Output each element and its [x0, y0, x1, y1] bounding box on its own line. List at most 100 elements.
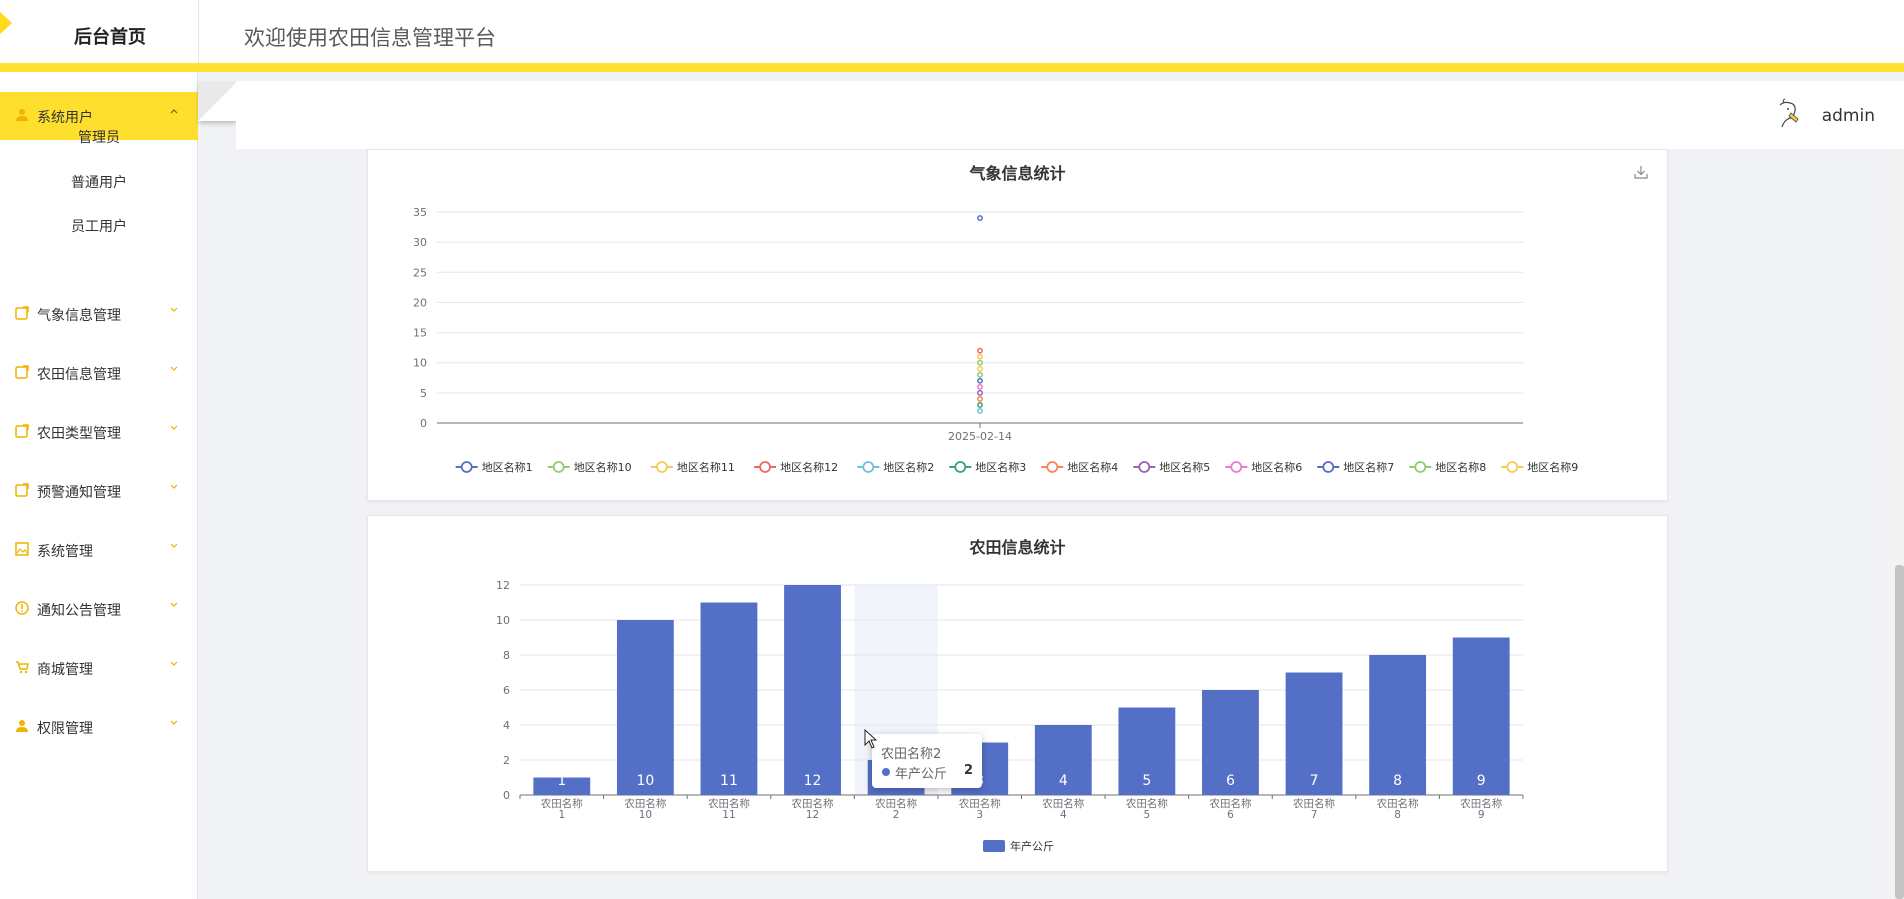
sidebar-subitem-0[interactable]: 管理员: [0, 118, 198, 158]
scrollbar-thumb[interactable]: [1895, 565, 1904, 899]
scatter-point[interactable]: [977, 395, 983, 402]
legend-label[interactable]: 地区名称5: [1159, 460, 1210, 474]
sidebar-item-6[interactable]: 通知公告管理: [0, 585, 198, 633]
legend-label[interactable]: 年产公斤: [1010, 839, 1054, 853]
weather-scatter-chart: 0 5 10 15 20 25 30 35 2025-02-14 地区名称1 地区名称10 地区名称1…: [413, 206, 1578, 474]
bar[interactable]: [700, 602, 758, 796]
username[interactable]: admin: [1822, 106, 1875, 126]
sidebar-item-label: 气象信息管理: [37, 308, 121, 324]
legend-marker[interactable]: [1138, 461, 1151, 473]
edit-icon: [15, 483, 29, 497]
scatter-point[interactable]: [977, 353, 983, 360]
home-link[interactable]: 后台首页: [0, 0, 198, 72]
legend-marker[interactable]: [1414, 461, 1427, 473]
edit-icon: [15, 365, 29, 379]
x-tick-label: 8: [1394, 809, 1401, 821]
fold-toggle-icon[interactable]: [198, 83, 236, 121]
y-tick-label: 2: [503, 754, 510, 767]
legend-marker[interactable]: [1046, 461, 1059, 473]
sidebar-item-label: 通知公告管理: [37, 603, 121, 619]
chevron-down-icon: [169, 539, 179, 553]
x-tick-label: 5: [1144, 809, 1151, 821]
y-tick-label: 4: [503, 719, 510, 732]
sidebar-item-label: 商城管理: [37, 662, 93, 678]
scatter-point[interactable]: [977, 359, 983, 366]
legend-label[interactable]: 地区名称2: [883, 460, 934, 474]
sidebar-item-4[interactable]: 预警通知管理: [0, 467, 198, 515]
chevron-down-icon: [169, 480, 179, 494]
header-divider: [198, 0, 199, 72]
legend-label[interactable]: 地区名称11: [677, 460, 735, 474]
bar-data-label: 6: [1226, 773, 1235, 789]
scatter-point[interactable]: [977, 401, 983, 408]
legend-marker[interactable]: [1230, 461, 1243, 473]
x-tick-label: 1: [558, 809, 565, 821]
sidebar-item-3[interactable]: 农田类型管理: [0, 408, 198, 456]
legend-label[interactable]: 地区名称8: [1435, 460, 1486, 474]
scatter-point[interactable]: [977, 383, 983, 390]
legend-marker[interactable]: [862, 461, 875, 473]
legend-label[interactable]: 地区名称4: [1067, 460, 1118, 474]
bar[interactable]: [1452, 637, 1510, 796]
x-tick-label: 11: [722, 809, 735, 821]
sidebar-subitem-2[interactable]: 员工用户: [0, 207, 198, 247]
bar[interactable]: [784, 585, 841, 795]
legend-label[interactable]: 地区名称6: [1251, 460, 1302, 474]
bar-data-label: 11: [720, 773, 738, 789]
scatter-point[interactable]: [977, 371, 983, 378]
x-tick-label: 7: [1311, 809, 1318, 821]
legend-marker[interactable]: [983, 840, 1005, 852]
tooltip-series-dot: [882, 768, 890, 776]
legend-marker[interactable]: [1506, 461, 1519, 473]
legend-label[interactable]: 地区名称10: [574, 460, 632, 474]
farm-bar-chart: 0246810121农田名称110农田名称1011农田名称1112农田名称122…: [496, 579, 1524, 853]
legend-label[interactable]: 地区名称1: [482, 460, 533, 474]
bar-data-label: 10: [636, 773, 654, 789]
legend-marker[interactable]: [655, 461, 668, 473]
scatter-point[interactable]: [977, 407, 983, 414]
y-tick-label: 20: [413, 296, 427, 309]
sidebar-item-2[interactable]: 农田信息管理: [0, 349, 198, 397]
legend-marker[interactable]: [460, 461, 473, 473]
x-tick-label: 3: [976, 809, 983, 821]
legend-label[interactable]: 地区名称9: [1527, 460, 1578, 474]
chart-tooltip: 农田名称2 年产公斤 2: [872, 734, 982, 788]
cart-icon: [15, 660, 29, 674]
x-tick-label: 10: [639, 809, 652, 821]
sidebar-item-5[interactable]: 系统管理: [0, 526, 198, 574]
legend-label[interactable]: 地区名称7: [1343, 460, 1394, 474]
header-accent-bar: [0, 63, 1904, 72]
scatter-point[interactable]: [977, 347, 983, 354]
legend-marker[interactable]: [759, 461, 772, 473]
tooltip-title: 农田名称2: [881, 747, 942, 762]
chevron-up-icon: [169, 105, 179, 119]
avatar[interactable]: [1772, 97, 1806, 131]
platform-title: 欢迎使用农田信息管理平台: [244, 26, 496, 50]
legend-marker[interactable]: [954, 461, 967, 473]
x-tick-label: 9: [1478, 809, 1485, 821]
chevron-down-icon: [169, 716, 179, 730]
y-tick-label: 0: [503, 789, 510, 802]
bar-data-label: 12: [804, 773, 822, 789]
bar-data-label: 7: [1310, 773, 1319, 789]
sidebar-subitem-1[interactable]: 普通用户: [0, 163, 198, 203]
y-tick-label: 35: [413, 206, 427, 219]
sidebar-item-1[interactable]: 气象信息管理: [0, 290, 198, 338]
legend-marker[interactable]: [552, 461, 565, 473]
legend-label[interactable]: 地区名称3: [975, 460, 1026, 474]
user-bar: admin: [236, 81, 1904, 149]
tooltip-value: 2: [964, 763, 974, 778]
bar[interactable]: [616, 620, 674, 795]
sidebar-item-label: 权限管理: [37, 721, 93, 737]
sidebar-item-8[interactable]: 权限管理: [0, 703, 198, 751]
scatter-point[interactable]: [977, 215, 983, 221]
bar-data-label: 5: [1142, 773, 1151, 789]
sidebar-item-7[interactable]: 商城管理: [0, 644, 198, 692]
scatter-point[interactable]: [977, 365, 983, 372]
scatter-point[interactable]: [977, 377, 983, 384]
scatter-point[interactable]: [977, 389, 983, 396]
legend-marker[interactable]: [1322, 461, 1335, 473]
farm-chart-card: 农田信息统计 0 2 4 6 8 10 12 1 农田名称 1 10 农田名称 10 11 农田名称 11 12…: [367, 515, 1668, 872]
info-icon: [15, 601, 29, 615]
legend-label[interactable]: 地区名称12: [780, 460, 838, 474]
